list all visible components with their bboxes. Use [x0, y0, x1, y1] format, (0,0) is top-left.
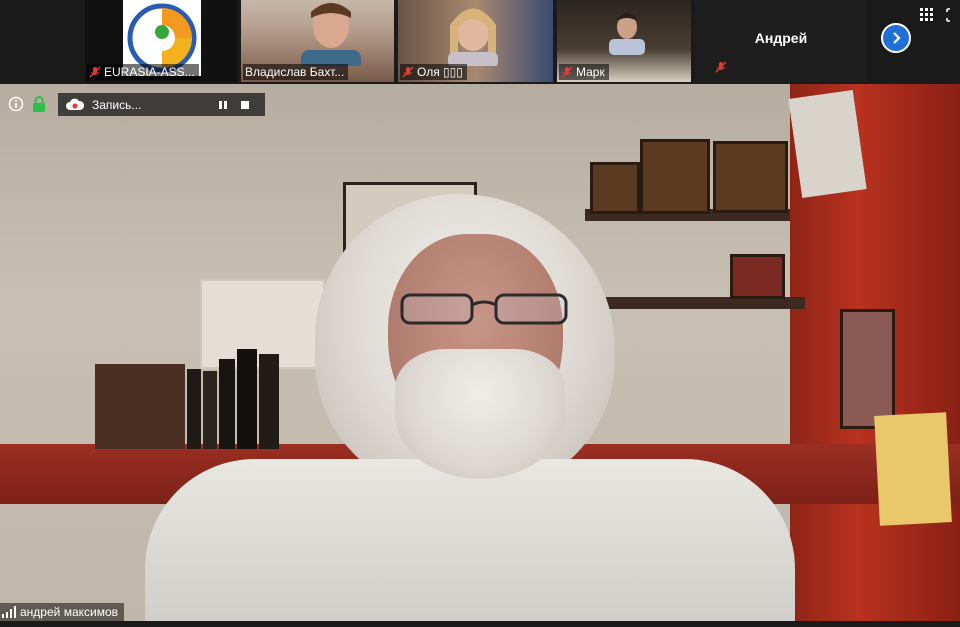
background-icon: [713, 141, 788, 213]
pause-icon: [219, 100, 227, 109]
mic-muted-icon: [89, 66, 101, 78]
meeting-info-controls: [8, 96, 46, 112]
next-page-button[interactable]: [881, 23, 911, 53]
participant-label: EURASIA-ASS...: [104, 65, 195, 79]
bottom-edge: [0, 621, 960, 627]
background-card: [788, 89, 867, 199]
participant-video: [301, 3, 361, 66]
pause-recording-button[interactable]: [212, 94, 234, 116]
background-icon: [590, 162, 640, 214]
cloud-record-icon: [66, 98, 84, 110]
speaker-name-label: андрей максимов: [0, 603, 124, 621]
background-icon: [730, 254, 785, 299]
mic-muted-icon: [561, 66, 573, 78]
participant-label: Владислав Бахт...: [245, 65, 345, 79]
recording-label: Запись...: [92, 97, 142, 112]
participant-tile-andrey[interactable]: Андрей: [695, 0, 867, 82]
participant-name: EURASIA-ASS...: [87, 64, 199, 80]
speaker-video: [0, 84, 960, 621]
participant-strip: EURASIA-ASS... Владислав Бахт... Оля ▯▯▯: [0, 0, 960, 84]
participant-tile-olya[interactable]: Оля ▯▯▯: [398, 0, 553, 82]
speaker-glasses: [400, 293, 568, 325]
participant-name: Оля ▯▯▯: [400, 64, 467, 80]
participant-name: Марк: [559, 64, 609, 80]
mic-muted-icon: [715, 61, 727, 73]
participant-video: [448, 8, 498, 66]
background-books: [95, 349, 279, 449]
background-note: [874, 412, 952, 526]
chevron-right-icon: [893, 32, 901, 44]
speaker-beard: [395, 349, 565, 479]
speaker-body: [145, 459, 795, 621]
participant-video: [609, 13, 645, 55]
signal-icon: [2, 606, 16, 618]
participant-label: Оля ▯▯▯: [417, 65, 463, 79]
lock-icon[interactable]: [32, 96, 46, 112]
stop-icon: [241, 100, 249, 109]
background-frame: [840, 309, 895, 429]
mic-muted-icon: [402, 66, 414, 78]
participant-tile-eurasia[interactable]: EURASIA-ASS...: [85, 0, 237, 82]
participant-tile-mark[interactable]: Марк: [557, 0, 691, 82]
participant-label: Марк: [576, 65, 605, 79]
expand-icon[interactable]: [946, 8, 958, 22]
recording-bar: Запись...: [58, 93, 265, 116]
speaker-name: андрей максимов: [20, 605, 118, 619]
grid-view-icon[interactable]: [920, 8, 934, 22]
participant-name: Владислав Бахт...: [243, 64, 349, 80]
participant-name-centered: Андрей: [754, 30, 808, 46]
background-icon: [640, 139, 710, 214]
participant-tile-vladislav[interactable]: Владислав Бахт...: [241, 0, 394, 82]
info-icon[interactable]: [8, 96, 24, 112]
stop-recording-button[interactable]: [234, 94, 256, 116]
